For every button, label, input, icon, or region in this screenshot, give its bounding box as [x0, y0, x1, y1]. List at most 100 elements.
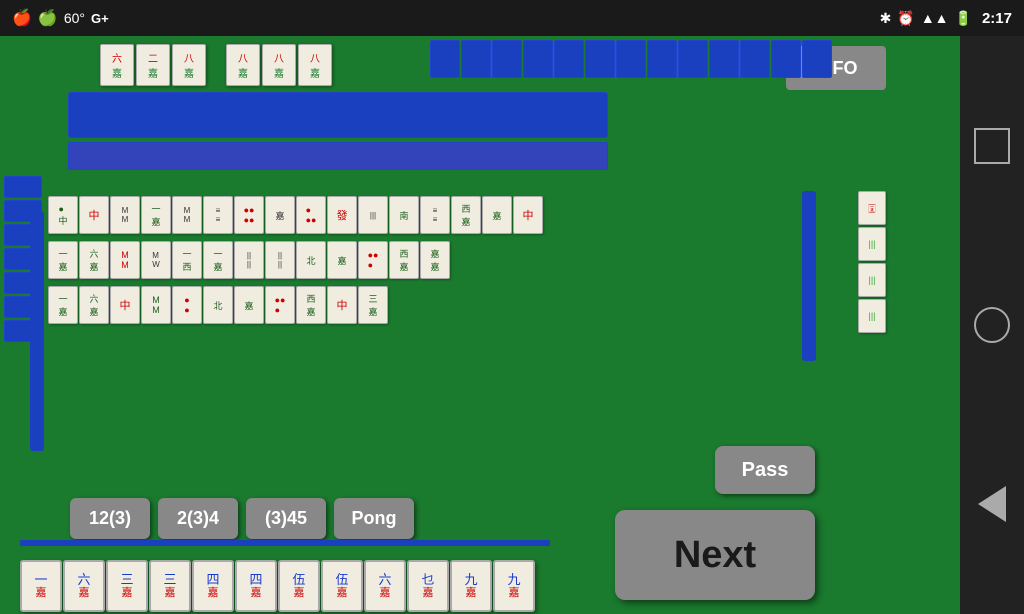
blue-bar-right [802, 191, 816, 361]
field-tile[interactable]: 中 [327, 286, 357, 324]
status-bar: 🍎 🍏 60° G+ ✱ ⏰ ▲▲ 🔋 2:17 [0, 0, 1024, 36]
field-tile[interactable]: ||| [358, 196, 388, 234]
circle-icon[interactable] [974, 307, 1010, 343]
next-button[interactable]: Next [615, 510, 815, 600]
player-tile[interactable]: 六嘉 [63, 560, 105, 612]
action-btn-4[interactable]: Pong [334, 498, 414, 539]
game-area: INFO 六嘉 二嘉 八嘉 八嘉 八嘉 八嘉 [0, 36, 960, 614]
player-tile[interactable]: 伍嘉 [278, 560, 320, 612]
facedown-tile [554, 40, 584, 78]
apple2-icon: 🍏 [38, 8, 58, 28]
field-tile[interactable]: ●● [172, 286, 202, 324]
field-tile[interactable]: ●中 [48, 196, 78, 234]
facedown-tile [523, 40, 553, 78]
field-tile[interactable]: MM [110, 196, 140, 234]
field-row-3: 一嘉 六嘉 中 MM ●● 北 嘉 ●●● 西嘉 中 三嘉 [48, 286, 388, 324]
bottom-highlight [20, 540, 550, 546]
field-tile[interactable]: MM [141, 286, 171, 324]
pass-button[interactable]: Pass [715, 446, 815, 494]
player-tile[interactable]: 三嘉 [149, 560, 191, 612]
player-tile[interactable]: 伍嘉 [321, 560, 363, 612]
field-tile[interactable]: 嘉嘉 [420, 241, 450, 279]
nav-bar [960, 36, 1024, 614]
field-tile[interactable]: 六嘉 [79, 241, 109, 279]
facedown-tile [616, 40, 646, 78]
status-right: ✱ ⏰ ▲▲ 🔋 2:17 [880, 10, 1012, 27]
field-tile[interactable]: 一嘉 [203, 241, 233, 279]
field-tile[interactable]: 一嘉 [48, 241, 78, 279]
tile[interactable]: 八嘉 [298, 44, 332, 86]
facedown-tile [461, 40, 491, 78]
action-buttons: 12(3) 2(3)4 (3)45 Pong [70, 498, 414, 539]
action-btn-2[interactable]: 2(3)4 [158, 498, 238, 539]
back-icon[interactable] [978, 486, 1006, 522]
field-tile[interactable]: 南 [389, 196, 419, 234]
tile[interactable]: 八嘉 [262, 44, 296, 86]
field-tile[interactable]: ●●● [296, 196, 326, 234]
blue-bar-left [30, 211, 44, 451]
tile[interactable]: 二嘉 [136, 44, 170, 86]
field-tile[interactable]: 西嘉 [451, 196, 481, 234]
field-tile[interactable]: MM [110, 241, 140, 279]
player-tile[interactable]: 四嘉 [235, 560, 277, 612]
field-tile[interactable]: ●●●● [234, 196, 264, 234]
player-tile[interactable]: 一嘉 [20, 560, 62, 612]
battery-icon: 🔋 [955, 10, 972, 27]
opp-right-tile: ||| [858, 299, 886, 333]
field-tile[interactable]: 發 [327, 196, 357, 234]
field-tile[interactable]: 一嘉 [48, 286, 78, 324]
field-tile[interactable]: ●●● [265, 286, 295, 324]
field-row-1: ●中 中 MM 一嘉 MM ≡≡ ●●●● 嘉 ●●● 發 ||| 南 ≡≡ 西… [48, 196, 543, 234]
tile[interactable]: 六嘉 [100, 44, 134, 86]
player-tile[interactable]: 乜嘉 [407, 560, 449, 612]
field-tile[interactable]: 三嘉 [358, 286, 388, 324]
facedown-tile [802, 40, 832, 78]
field-tile[interactable]: 中 [513, 196, 543, 234]
player-tile[interactable]: 三嘉 [106, 560, 148, 612]
action-btn-1[interactable]: 12(3) [70, 498, 150, 539]
field-tile[interactable]: 嘉 [482, 196, 512, 234]
facedown-tile [678, 40, 708, 78]
field-tile[interactable]: 六嘉 [79, 286, 109, 324]
field-tile[interactable]: 中 [79, 196, 109, 234]
field-tile[interactable]: 嘉 [327, 241, 357, 279]
field-tile[interactable]: 嘉 [234, 286, 264, 324]
time-display: 2:17 [982, 10, 1012, 27]
field-tile[interactable]: 北 [203, 286, 233, 324]
field-tile[interactable]: 一嘉 [141, 196, 171, 234]
field-tile[interactable]: |||| [265, 241, 295, 279]
player-tile[interactable]: 九嘉 [450, 560, 492, 612]
field-tile[interactable]: 西嘉 [389, 241, 419, 279]
alarm-icon: ⏰ [897, 10, 914, 27]
player-tile[interactable]: 六嘉 [364, 560, 406, 612]
field-tile[interactable]: ≡≡ [420, 196, 450, 234]
field-tile[interactable]: 一西 [172, 241, 202, 279]
signal-icon: ▲▲ [921, 10, 949, 26]
status-left: 🍎 🍏 60° G+ [12, 8, 109, 28]
top-set-1: 六嘉 二嘉 八嘉 [100, 44, 206, 86]
tile[interactable]: 八嘉 [226, 44, 260, 86]
player-tile[interactable]: 九嘉 [493, 560, 535, 612]
field-tile[interactable]: ≡≡ [203, 196, 233, 234]
field-tile[interactable]: 北 [296, 241, 326, 279]
field-row-2: 一嘉 六嘉 MM MW 一西 一嘉 |||| |||| 北 嘉 ●●● 西嘉 嘉… [48, 241, 450, 279]
tile[interactable]: 八嘉 [172, 44, 206, 86]
square-icon[interactable] [974, 128, 1010, 164]
top-sets: 六嘉 二嘉 八嘉 八嘉 八嘉 八嘉 [100, 44, 332, 86]
opponent-top-tiles [430, 40, 832, 78]
opp-right-tile: ||| [858, 227, 886, 261]
opponent-right-tiles: 🀇 ||| ||| ||| [858, 191, 886, 333]
facedown-tile [647, 40, 677, 78]
field-tile[interactable]: MW [141, 241, 171, 279]
field-tile[interactable]: MM [172, 196, 202, 234]
blue-block-top [68, 92, 608, 138]
player-tile[interactable]: 四嘉 [192, 560, 234, 612]
field-tile[interactable]: |||| [234, 241, 264, 279]
field-tile[interactable]: ●●● [358, 241, 388, 279]
field-tile[interactable]: 西嘉 [296, 286, 326, 324]
action-btn-3[interactable]: (3)45 [246, 498, 326, 539]
blue-block-mid [68, 142, 608, 170]
field-tile[interactable]: 嘉 [265, 196, 295, 234]
facedown-tile [709, 40, 739, 78]
field-tile[interactable]: 中 [110, 286, 140, 324]
